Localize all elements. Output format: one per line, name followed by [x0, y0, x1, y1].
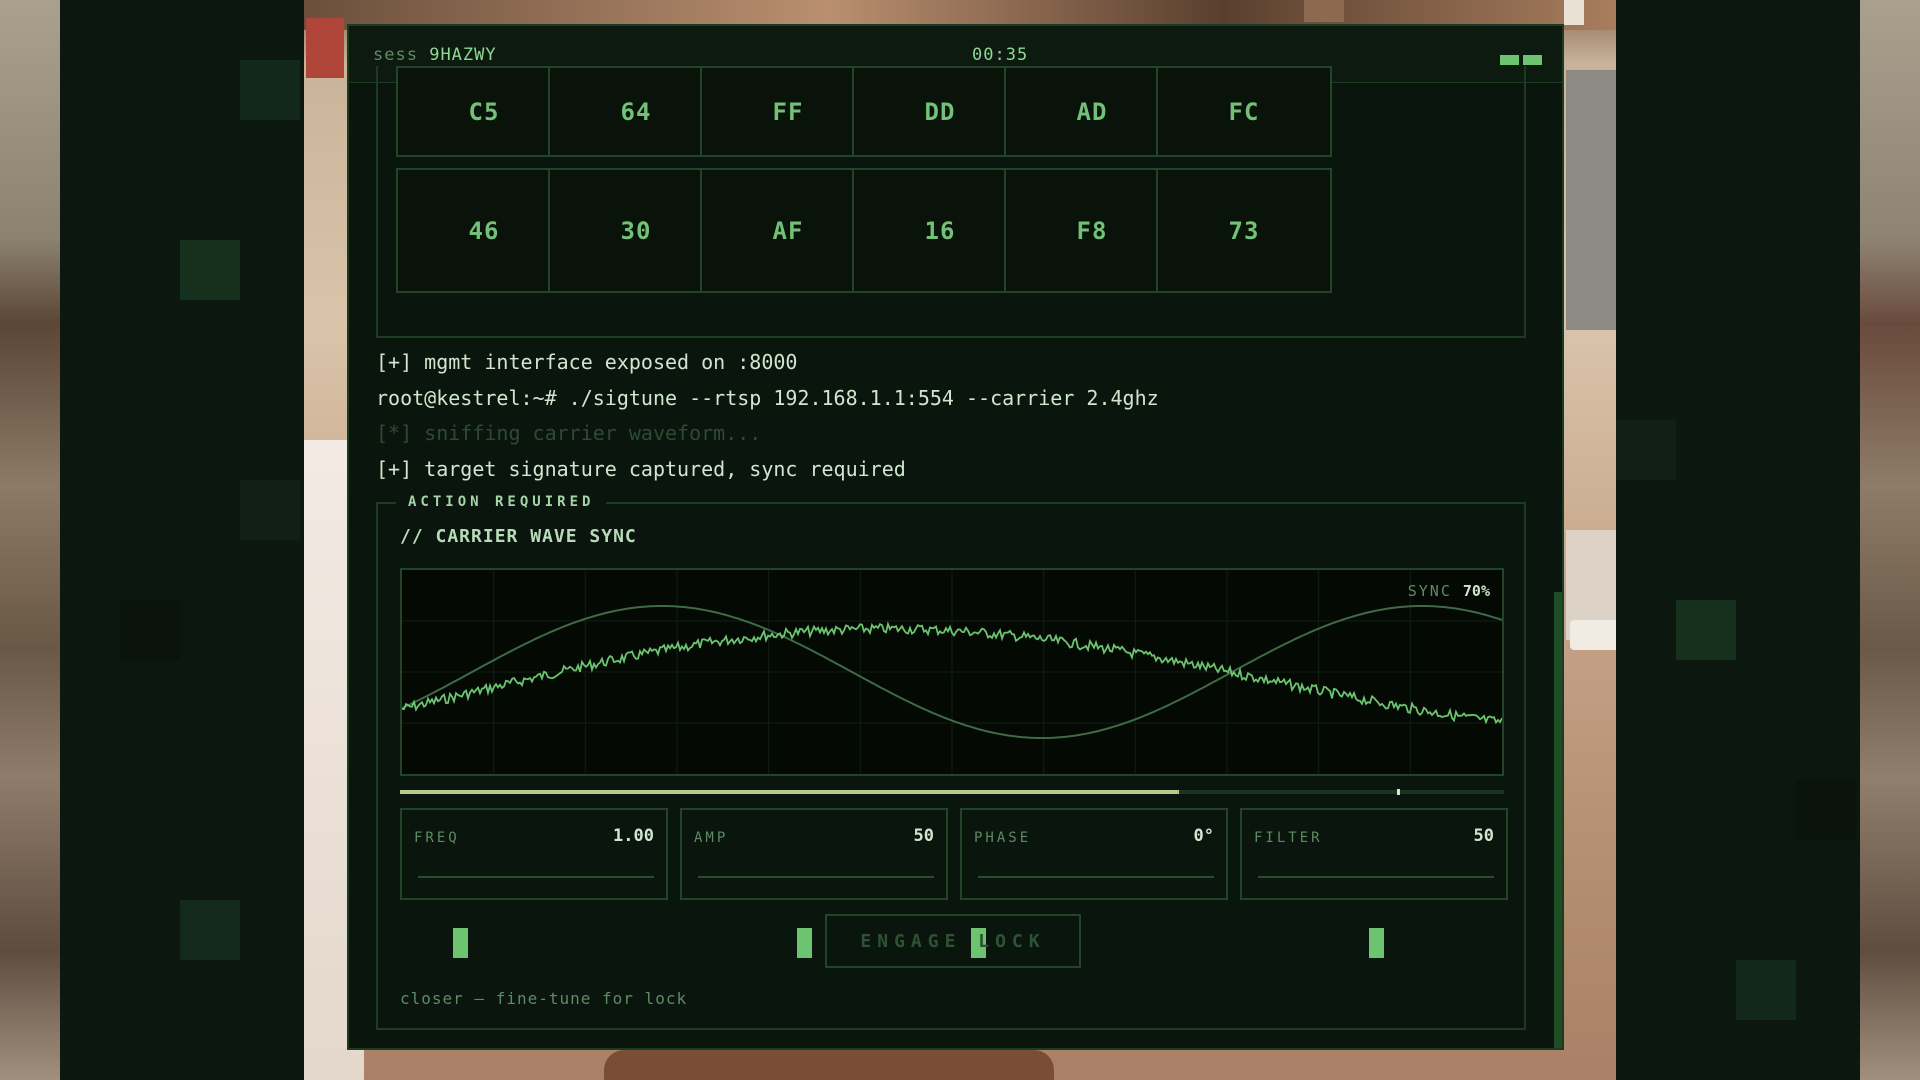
- freq-slider-track[interactable]: [418, 876, 654, 958]
- phase-slider-track[interactable]: [971, 876, 1214, 958]
- amp-label: AMP: [694, 830, 729, 846]
- amp-slider-track[interactable]: [698, 876, 934, 958]
- amp-slider-thumb[interactable]: [797, 928, 813, 958]
- hex-cell[interactable]: AD: [1004, 66, 1180, 157]
- waveform-oscilloscope: SYNC 70%: [400, 568, 1504, 776]
- hex-cell[interactable]: F8: [1004, 168, 1180, 293]
- hack-terminal-window: sess 9HAZWY 00:35 C5 64 FF DD AD FC 46 3…: [347, 24, 1564, 1050]
- window-indicator-icon: [1523, 55, 1542, 65]
- log-line: [+] target signature captured, sync requ…: [376, 457, 906, 481]
- session-prefix: sess: [373, 45, 418, 65]
- log-command-line: root@kestrel:~# ./sigtune --rtsp 192.168…: [376, 386, 1159, 410]
- hex-cell[interactable]: 73: [1156, 168, 1332, 293]
- session-label: sess 9HAZWY: [373, 45, 497, 65]
- hex-cell[interactable]: AF: [700, 168, 876, 293]
- hex-cell[interactable]: 64: [548, 66, 724, 157]
- session-id: 9HAZWY: [429, 45, 497, 65]
- filter-slider-track[interactable]: [1258, 876, 1494, 958]
- sync-progress-bar: [400, 789, 1504, 795]
- window-indicator-icon: [1500, 55, 1519, 65]
- freq-value: 1.00: [613, 826, 654, 846]
- filter-control: FILTER 50: [1240, 808, 1508, 958]
- freq-control: FREQ 1.00: [400, 808, 668, 958]
- hex-cell[interactable]: 46: [396, 168, 572, 293]
- hex-cell[interactable]: C5: [396, 66, 572, 157]
- hex-cell[interactable]: FF: [700, 66, 876, 157]
- waveform-plot: [402, 570, 1502, 774]
- hex-grid: C5 64 FF DD AD FC 46 30 AF 16 F8 73: [376, 66, 1526, 338]
- hex-cell[interactable]: DD: [852, 66, 1028, 157]
- phase-control: PHASE 0°: [960, 808, 1228, 958]
- log-line: [+] mgmt interface exposed on :8000: [376, 350, 798, 374]
- background-left-band: [0, 0, 60, 1080]
- phase-value: 0°: [1193, 826, 1214, 846]
- sync-label: SYNC: [1407, 582, 1452, 600]
- filter-label: FILTER: [1254, 830, 1323, 846]
- hex-cell[interactable]: FC: [1156, 66, 1332, 157]
- hex-cell[interactable]: 16: [852, 168, 1028, 293]
- background-right-panel: [1616, 0, 1860, 1080]
- countdown-timer: 00:35: [972, 45, 1029, 65]
- freq-slider-thumb[interactable]: [453, 928, 469, 958]
- sync-readout: SYNC 70%: [1408, 582, 1490, 600]
- freq-label: FREQ: [414, 830, 460, 846]
- amp-value: 50: [913, 826, 934, 846]
- hex-cell[interactable]: 30: [548, 168, 724, 293]
- action-label: ACTION REQUIRED: [396, 494, 607, 510]
- action-title: // CARRIER WAVE SYNC: [400, 526, 637, 547]
- background-right-band: [1860, 0, 1920, 1080]
- scrollbar[interactable]: [1554, 592, 1562, 1048]
- engage-lock-button[interactable]: ENGAGE LOCK: [825, 914, 1081, 968]
- filter-slider-thumb[interactable]: [1369, 928, 1384, 958]
- phase-label: PHASE: [974, 830, 1032, 846]
- sync-target-marker: [1396, 789, 1400, 795]
- sync-progress-fill: [400, 790, 1180, 794]
- hint-text: closer — fine-tune for lock: [400, 989, 688, 1008]
- filter-value: 50: [1473, 826, 1494, 846]
- log-line-dim: [*] sniffing carrier waveform...: [376, 421, 762, 445]
- background-left-panel: [60, 0, 304, 1080]
- sync-value: 70%: [1462, 582, 1490, 600]
- amp-control: AMP 50: [680, 808, 948, 958]
- action-required-panel: ACTION REQUIRED // CARRIER WAVE SYNC SYN…: [376, 494, 1526, 1030]
